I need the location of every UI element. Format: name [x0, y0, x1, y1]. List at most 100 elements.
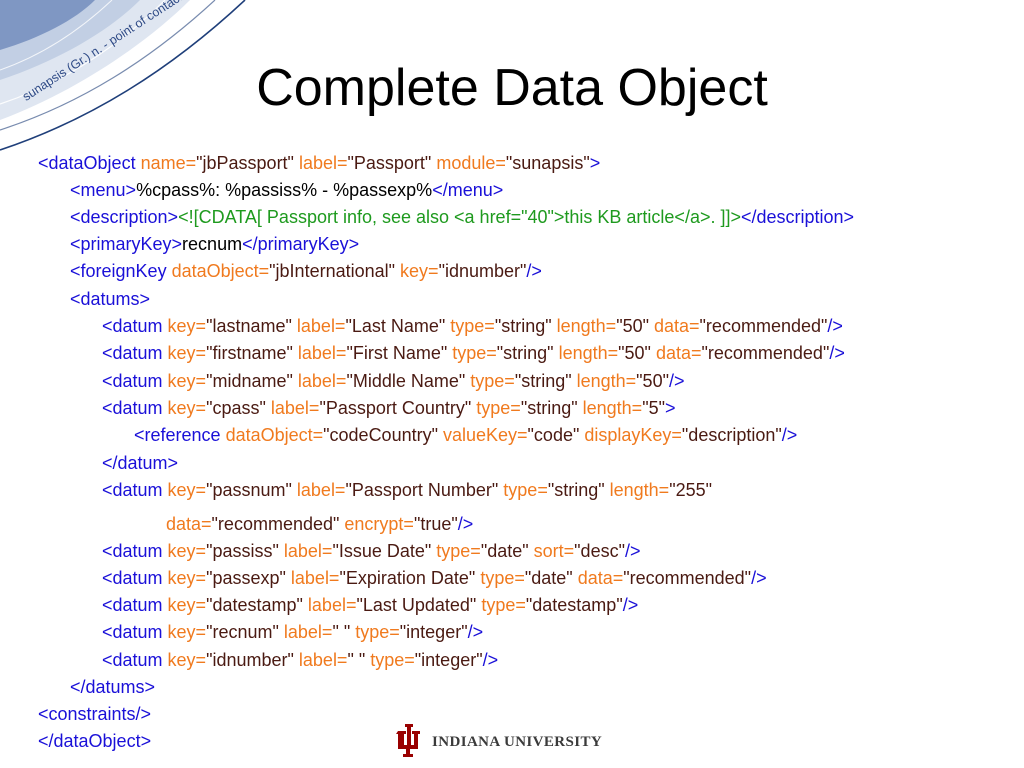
code-token-val: "desc"	[574, 541, 625, 561]
code-token-val: "50"	[616, 316, 654, 336]
code-token-tag: <datums>	[70, 289, 151, 309]
code-token-tag: <datum	[102, 398, 168, 418]
code-line: </datum>	[102, 452, 178, 474]
code-line: <datum key="recnum" label=" " type="inte…	[102, 621, 483, 643]
code-line: <menu>%cpass%: %passiss% - %passexp%</me…	[70, 179, 503, 201]
code-token-val: "string"	[547, 480, 610, 500]
code-token-val: "string"	[496, 343, 559, 363]
code-token-attr: label=	[298, 153, 348, 173]
code-token-val: "Passport Country"	[319, 398, 477, 418]
code-token-attr: key=	[167, 371, 207, 391]
code-token-tag: />	[457, 514, 474, 534]
code-token-attr: length=	[576, 371, 637, 391]
code-token-attr: data=	[654, 316, 700, 336]
code-token-tag: <foreignKey	[70, 261, 172, 281]
code-token-attr: label=	[283, 622, 333, 642]
code-token-text: %cpass%: %passiss% - %passexp%	[136, 180, 433, 200]
code-token-tag: />	[668, 371, 685, 391]
code-token-val: "Last Updated"	[356, 595, 482, 615]
code-token-val: "datestamp"	[206, 595, 308, 615]
code-line: <dataObject name="jbPassport" label="Pas…	[38, 152, 600, 174]
code-token-val: "idnumber"	[438, 261, 527, 281]
code-token-tag: </primaryKey>	[242, 234, 360, 254]
code-token-val: "string"	[520, 398, 583, 418]
code-token-attr: valueKey=	[442, 425, 528, 445]
code-token-attr: data=	[577, 568, 624, 588]
code-token-val: " "	[347, 650, 371, 670]
code-token-attr: label=	[307, 595, 357, 615]
code-token-tag: />	[827, 316, 843, 336]
code-token-val: "integer"	[399, 622, 468, 642]
code-token-val: "50"	[618, 343, 656, 363]
code-token-tag: <datum	[102, 595, 168, 615]
code-token-attr: label=	[297, 343, 347, 363]
code-token-attr: length=	[558, 343, 619, 363]
code-token-attr: name=	[140, 153, 197, 173]
code-token-tag: <datum	[102, 541, 168, 561]
code-token-attr: label=	[298, 650, 348, 670]
code-token-val: "integer"	[414, 650, 483, 670]
code-token-tag: </datums>	[70, 677, 156, 697]
code-line: <datum key="firstname" label="First Name…	[102, 342, 845, 364]
code-token-attr: key=	[167, 541, 207, 561]
code-token-cdata: <![CDATA[ Passport info, see also <a hre…	[178, 207, 741, 227]
code-token-attr: key=	[167, 650, 207, 670]
code-token-val: "sunapsis"	[505, 153, 590, 173]
code-token-attr: length=	[556, 316, 617, 336]
code-token-tag: <datum	[102, 480, 168, 500]
code-token-val: "date"	[524, 568, 578, 588]
code-line: </dataObject>	[38, 730, 151, 752]
code-token-val: "string"	[494, 316, 557, 336]
code-token-attr: label=	[296, 480, 346, 500]
code-token-val: "passexp"	[206, 568, 291, 588]
code-token-attr: key=	[167, 398, 207, 418]
code-token-attr: label=	[283, 541, 333, 561]
code-line: <datum key="lastname" label="Last Name" …	[102, 315, 843, 337]
code-token-tag: <datum	[102, 343, 168, 363]
code-token-tag: <reference	[134, 425, 226, 445]
code-token-attr: data=	[655, 343, 702, 363]
code-token-attr: key=	[167, 568, 207, 588]
code-line: <datum key="passnum" label="Passport Num…	[102, 479, 712, 501]
code-token-val: "passnum"	[206, 480, 297, 500]
code-line: <description><![CDATA[ Passport info, se…	[70, 206, 854, 228]
code-token-tag: <datum	[102, 316, 168, 336]
code-line: <datum key="cpass" label="Passport Count…	[102, 397, 676, 419]
code-token-attr: label=	[297, 371, 347, 391]
code-line: <datum key="datestamp" label="Last Updat…	[102, 594, 638, 616]
code-token-val: "recommended"	[211, 514, 345, 534]
code-token-tag: />	[781, 425, 798, 445]
code-token-tag: >	[664, 398, 676, 418]
code-token-val: "date"	[480, 541, 534, 561]
code-token-tag: />	[624, 541, 641, 561]
code-token-val: "description"	[681, 425, 782, 445]
code-token-val: "firstname"	[206, 343, 298, 363]
code-token-tag: <dataObject	[38, 153, 141, 173]
code-token-attr: type=	[503, 480, 548, 500]
code-token-attr: encrypt=	[344, 514, 414, 534]
code-token-val: "lastname"	[206, 316, 297, 336]
code-line: </datums>	[70, 676, 155, 698]
code-token-attr: length=	[609, 480, 670, 500]
code-token-attr: type=	[476, 398, 521, 418]
code-token-attr: label=	[296, 316, 346, 336]
code-token-attr: key=	[167, 622, 207, 642]
code-token-attr: key=	[167, 343, 207, 363]
code-line: <primaryKey>recnum</primaryKey>	[70, 233, 359, 255]
code-token-val: "Last Name"	[345, 316, 451, 336]
iu-trident-icon	[394, 723, 424, 761]
code-token-tag: <constraints/>	[38, 704, 152, 724]
code-token-attr: type=	[452, 343, 497, 363]
code-line: <datum key="midname" label="Middle Name"…	[102, 370, 685, 392]
code-token-val: "recnum"	[206, 622, 284, 642]
code-token-val: "code"	[527, 425, 585, 445]
code-token-tag: </description>	[740, 207, 855, 227]
code-token-attr: dataObject=	[171, 261, 270, 281]
code-token-tag: <datum	[102, 371, 168, 391]
code-token-attr: key=	[167, 480, 207, 500]
code-token-text: recnum	[182, 234, 243, 254]
code-token-val: " "	[332, 622, 356, 642]
code-token-val: "First Name"	[346, 343, 453, 363]
code-token-val: "Issue Date"	[332, 541, 437, 561]
code-token-attr: key=	[167, 316, 207, 336]
